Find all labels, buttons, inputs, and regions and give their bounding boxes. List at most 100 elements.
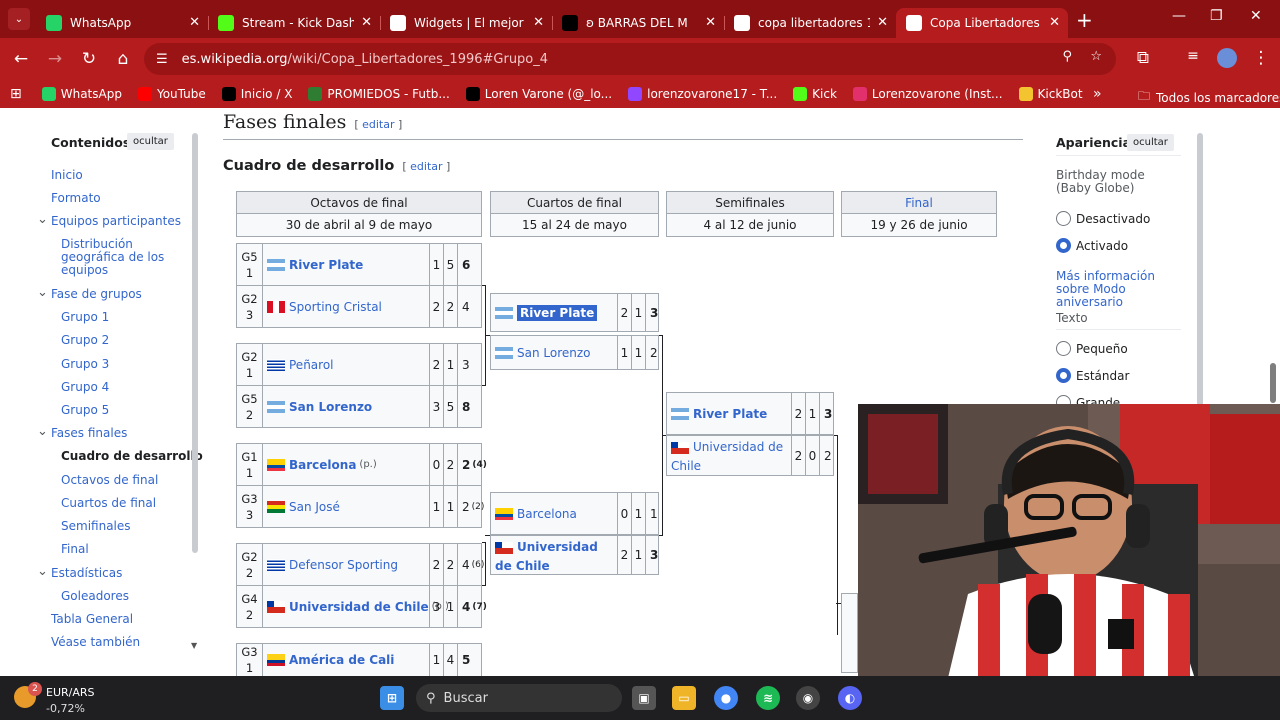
close-window-icon[interactable]: ✕ [1250, 8, 1262, 24]
team-link[interactable]: Barcelona [289, 458, 356, 472]
toc-item[interactable]: Semifinales [61, 519, 131, 533]
toc-item[interactable]: Formato [51, 191, 101, 205]
team-link[interactable]: San Lorenzo [517, 346, 591, 360]
apps-icon[interactable]: ⊞ [10, 86, 22, 102]
team-name[interactable]: Sporting Cristal [267, 286, 425, 327]
media-icon[interactable]: ≡ [1176, 48, 1210, 64]
team-name[interactable]: Defensor Sporting [267, 544, 425, 585]
bookmark-0[interactable]: WhatsApp [41, 87, 122, 101]
tab-1[interactable]: Stream - Kick Dashbo ✕ [208, 8, 381, 38]
team-link[interactable]: River Plate [517, 304, 598, 321]
home-icon[interactable]: ⌂ [106, 49, 140, 69]
bookmark-5[interactable]: lorenzovarone17 - T... [628, 87, 777, 101]
radio-activado[interactable]: Activado [1056, 238, 1128, 253]
more-bookmarks-icon[interactable]: » [1093, 86, 1102, 102]
radio-circle-checked[interactable] [1056, 238, 1071, 253]
site-info-icon[interactable]: ☰ [156, 52, 168, 67]
chevron-down-icon[interactable]: ⌄ [37, 564, 48, 579]
toc-item[interactable]: Grupo 3 [61, 357, 109, 371]
more-info-link[interactable]: Más información sobre Modo aniversario [1056, 270, 1181, 309]
toc-item[interactable]: Tabla General [51, 612, 133, 626]
radio-desactivado[interactable]: Desactivado [1056, 211, 1150, 226]
file-explorer-icon[interactable]: ▭ [672, 686, 696, 710]
toc-item[interactable]: Cuartos de final [61, 496, 156, 510]
team-link[interactable]: San Lorenzo [289, 400, 372, 414]
toc-scrollbar[interactable] [192, 133, 198, 553]
edit-link-2[interactable]: editar [410, 160, 442, 173]
close-tab-icon[interactable]: ✕ [705, 15, 716, 30]
bookmark-4[interactable]: Loren Varone (@_lo... [465, 87, 612, 101]
appearance-hide-button[interactable]: ocultar [1127, 134, 1174, 151]
toc-item[interactable]: Fases finales [51, 426, 127, 440]
address-bar[interactable]: ☰ es.wikipedia.org/wiki/Copa_Libertadore… [144, 43, 1116, 75]
obs-icon[interactable]: ◉ [796, 686, 820, 710]
restore-icon[interactable]: ❐ [1210, 8, 1223, 24]
minimize-icon[interactable]: — [1172, 8, 1186, 24]
toc-item[interactable]: Grupo 1 [61, 310, 109, 324]
team-link[interactable]: River Plate [289, 258, 363, 272]
team-name[interactable]: América de Cali [267, 644, 425, 676]
team-name[interactable]: San José [267, 486, 425, 527]
tab-0[interactable]: WhatsApp ✕ [36, 8, 209, 38]
bookmark-6[interactable]: Kick [793, 87, 837, 101]
bookmark-3[interactable]: PROMIEDOS - Futb... [308, 87, 450, 101]
windows-start-icon[interactable]: ⊞ [380, 686, 404, 710]
tab-2[interactable]: Widgets | El mejor so ✕ [380, 8, 553, 38]
toc-item[interactable]: Cuadro de desarrollo [61, 449, 203, 463]
task-view-icon[interactable]: ▣ [632, 686, 656, 710]
team-name[interactable]: Barcelona (p.) [267, 444, 425, 485]
bookmark-1[interactable]: YouTube [137, 87, 206, 101]
team-name[interactable]: San Lorenzo [267, 386, 425, 427]
radio-circle[interactable] [1056, 341, 1071, 356]
chevron-down-icon[interactable]: ⌄ [37, 212, 48, 227]
toc-item[interactable]: Grupo 5 [61, 403, 109, 417]
tab-3[interactable]: ʚ BARRAS DEL M ✕ [552, 8, 725, 38]
round-name[interactable]: Final [842, 192, 996, 214]
team-link[interactable]: River Plate [693, 407, 767, 421]
bookmark-8[interactable]: KickBot [1018, 87, 1083, 101]
bookmark-2[interactable]: Inicio / X [221, 87, 292, 101]
toc-item[interactable]: Distribución geográfica de los equipos [61, 238, 171, 277]
toc-item[interactable]: Inicio [51, 168, 83, 182]
forward-icon[interactable]: → [38, 49, 72, 69]
toc-item[interactable]: Goleadores [61, 589, 129, 603]
team-link[interactable]: Defensor Sporting [289, 558, 398, 572]
zoom-icon[interactable]: ⚲ [1062, 49, 1072, 64]
tab-search-button[interactable]: ⌄ [8, 8, 30, 30]
team-name[interactable]: Barcelona [495, 493, 613, 534]
toc-item[interactable]: Estadísticas [51, 566, 122, 580]
tab-4[interactable]: copa libertadores 19 ✕ [724, 8, 896, 38]
radio-circle-checked[interactable] [1056, 368, 1071, 383]
toc-item[interactable]: Véase también [51, 635, 140, 649]
team-name[interactable]: San Lorenzo [495, 336, 613, 369]
team-name[interactable]: River Plate [267, 244, 425, 285]
extensions-icon[interactable]: ⧉ [1126, 48, 1160, 68]
bookmark-star-icon[interactable]: ☆ [1090, 49, 1102, 64]
team-link[interactable]: San José [289, 500, 340, 514]
team-name[interactable]: Universidad de Chile [495, 536, 613, 574]
discord-icon[interactable]: ◐ [838, 686, 862, 710]
appearance-scrollbar[interactable] [1197, 133, 1203, 413]
toc-hide-button[interactable]: ocultar [127, 133, 174, 150]
menu-icon[interactable]: ⋮ [1244, 48, 1278, 68]
taskbar-search[interactable]: ⚲ Buscar [416, 684, 622, 712]
toc-item[interactable]: Final [61, 542, 89, 556]
tab-5[interactable]: Copa Libertadores 19 ✕ [896, 8, 1068, 38]
radio-circle[interactable] [1056, 211, 1071, 226]
team-name[interactable]: River Plate [495, 294, 613, 331]
toc-scroll-down-icon[interactable]: ▼ [191, 641, 197, 650]
reload-icon[interactable]: ↻ [72, 49, 106, 69]
page-scrollbar[interactable] [1270, 363, 1276, 403]
toc-item[interactable]: Octavos de final [61, 473, 158, 487]
toc-item[interactable]: Grupo 4 [61, 380, 109, 394]
team-name[interactable]: Universidad de Chile (p.) [267, 586, 449, 627]
chrome-icon[interactable]: ● [714, 686, 738, 710]
bookmark-7[interactable]: Lorenzovarone (Inst... [852, 87, 1003, 101]
toc-item[interactable]: Grupo 2 [61, 333, 109, 347]
close-tab-icon[interactable]: ✕ [533, 15, 544, 30]
radio-estandar[interactable]: Estándar [1056, 368, 1129, 383]
chevron-down-icon[interactable]: ⌄ [37, 424, 48, 439]
team-link[interactable]: Barcelona [517, 507, 577, 521]
back-icon[interactable]: ← [4, 49, 38, 69]
team-link[interactable]: Universidad de Chile [289, 600, 429, 614]
